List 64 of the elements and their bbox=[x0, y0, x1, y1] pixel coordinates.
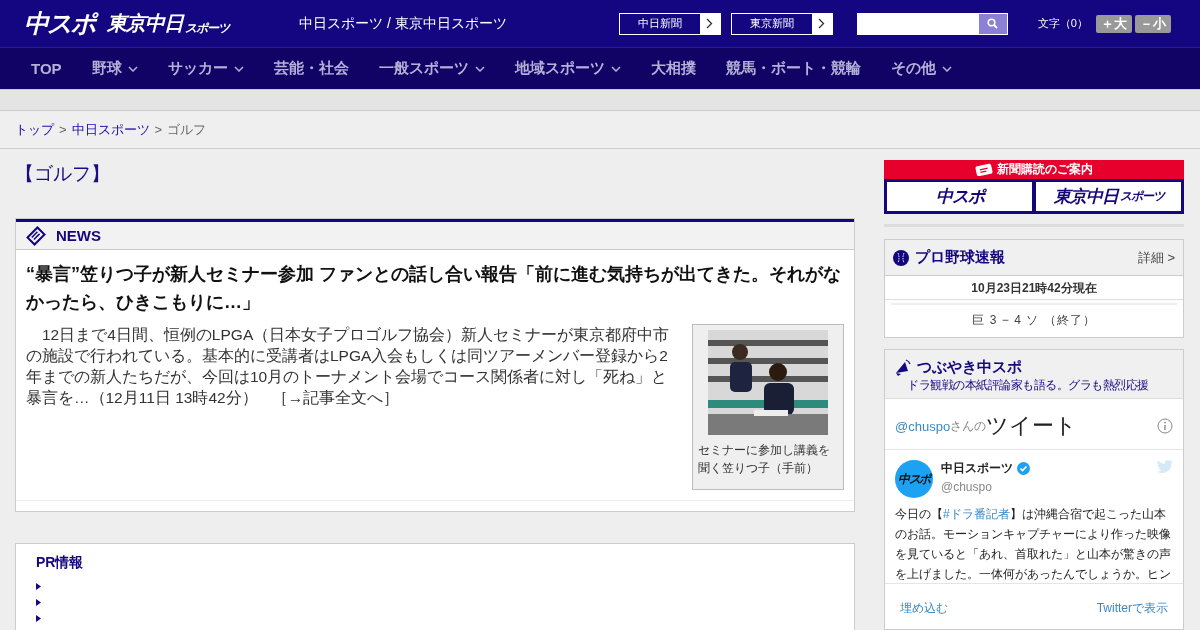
subscription-title: 新聞購読のご案内 bbox=[884, 160, 1184, 179]
detail-link[interactable]: 詳細 > bbox=[1137, 248, 1175, 267]
nav-item[interactable]: 一般スポーツ bbox=[363, 59, 500, 78]
newspaper-link[interactable]: 中日新聞 bbox=[618, 12, 721, 35]
baseball-icon bbox=[893, 249, 909, 266]
font-size-label: 文字（0） bbox=[1037, 16, 1088, 31]
nav-item[interactable]: 大相撲 bbox=[635, 59, 711, 78]
breadcrumb-separator: > bbox=[154, 122, 163, 137]
view-on-twitter-link[interactable]: Twitterで表示 bbox=[1096, 600, 1168, 617]
bullet-icon bbox=[36, 614, 41, 622]
chevron-down-icon bbox=[610, 65, 621, 72]
news-summary: 12日まで4日間、恒例のLPGA（日本女子プロゴルフ協会）新人セミナーが東京都府中市の施設で行われている。基本的に受講者はLPGA入会もしくは同ツアーメンバー登録から2年までの新人たちだが、今回は10月のトーナメント会場でコース関係者に対し「死ね」と暴言を…（12月11日 13時42分） ［→記事全文へ］ bbox=[26, 325, 671, 408]
chevron-down-icon bbox=[941, 65, 952, 72]
hashtag-link[interactable]: #ドラ番記者 bbox=[943, 507, 1010, 521]
nav-item[interactable]: 野球 bbox=[76, 59, 153, 78]
search-icon bbox=[987, 18, 999, 29]
avatar[interactable]: 中スポ bbox=[895, 460, 933, 498]
nav-item[interactable]: サッカー bbox=[152, 59, 259, 78]
breadcrumb-link[interactable]: 中日スポーツ bbox=[71, 120, 150, 139]
timeline-heading: ツイート bbox=[986, 412, 1079, 440]
update-time: 10月23日21時42分現在 bbox=[885, 276, 1183, 300]
breadcrumb-separator: > bbox=[59, 122, 67, 137]
panel-subtitle: ドラ観戦の本紙評論家も語る。グラも熱烈応援 bbox=[907, 377, 1150, 394]
account-name[interactable]: 中日スポーツ bbox=[941, 460, 1013, 477]
search-field[interactable] bbox=[856, 12, 1008, 35]
read-more-link[interactable]: ［→記事全文へ］ bbox=[271, 389, 400, 406]
section-heading: NEWS bbox=[56, 227, 101, 244]
news-headline[interactable]: “暴言”笠りつ子が新人セミナー参加 ファンとの話し合い報告「前に進む気持ちが出てきた。それがなかったら、ひきこもりに…」 bbox=[26, 260, 844, 316]
bullet-icon bbox=[36, 598, 41, 606]
chevron-right-icon bbox=[706, 18, 714, 29]
tweet-text: 今日の【#ドラ番記者】は沖縄合宿で起こった山本のお話。モーションキャプチャーにより作った映像を見ていると「あれ、首取れた」と山本が驚きの声を上げました。一体何があったんでしょうか。ヒン bbox=[895, 506, 1172, 583]
megaphone-icon bbox=[893, 358, 911, 377]
photo-caption: セミナーに参加し講義を聞く笠りつ子（手前） bbox=[698, 442, 831, 477]
chevron-down-icon bbox=[233, 65, 244, 72]
nav-item[interactable]: 芸能・社会 bbox=[258, 59, 364, 78]
breadcrumb-link[interactable]: トップ bbox=[15, 120, 54, 139]
breadcrumb-current[interactable]: ゴルフ bbox=[167, 120, 207, 139]
game-score[interactable]: 巨 3 − 4 ソ （終了） bbox=[891, 303, 1177, 337]
chevron-down-icon bbox=[127, 65, 138, 72]
subscribe-link[interactable]: 東京中日スポーツ bbox=[1036, 182, 1181, 211]
site-title: 中日スポーツ / 東京中日スポーツ bbox=[299, 14, 507, 33]
bird-icon bbox=[1157, 460, 1173, 473]
heading-suffix: さんの bbox=[950, 417, 987, 433]
nav-item[interactable]: 地域スポーツ bbox=[499, 59, 636, 78]
nav-item[interactable]: その他 bbox=[875, 59, 967, 78]
info-icon[interactable] bbox=[1157, 418, 1173, 434]
newspaper-icon bbox=[975, 163, 993, 176]
panel-title: つぶやき中スポ bbox=[917, 358, 1023, 377]
newspaper-link[interactable]: 東京新聞 bbox=[730, 12, 833, 35]
verified-icon bbox=[1017, 462, 1030, 475]
chevron-right-icon bbox=[818, 18, 826, 29]
bullet-icon bbox=[36, 582, 41, 590]
twitter-handle-link[interactable]: @chuspo bbox=[895, 418, 951, 434]
newspaper-icon bbox=[26, 225, 46, 246]
search-button[interactable] bbox=[978, 13, 1007, 34]
account-handle: @chuspo bbox=[941, 480, 993, 494]
panel-title: プロ野球速報 bbox=[915, 248, 1006, 267]
subscribe-link[interactable]: 中スポ bbox=[887, 182, 1032, 211]
pr-title: PR情報 bbox=[36, 554, 85, 572]
chevron-down-icon bbox=[474, 65, 485, 72]
page-title: 【ゴルフ】 bbox=[15, 162, 111, 186]
nav-item[interactable]: 競馬・ボート・競輪 bbox=[710, 59, 876, 78]
embed-link[interactable]: 埋め込む bbox=[900, 600, 948, 617]
nav-item[interactable]: TOP bbox=[16, 60, 77, 77]
